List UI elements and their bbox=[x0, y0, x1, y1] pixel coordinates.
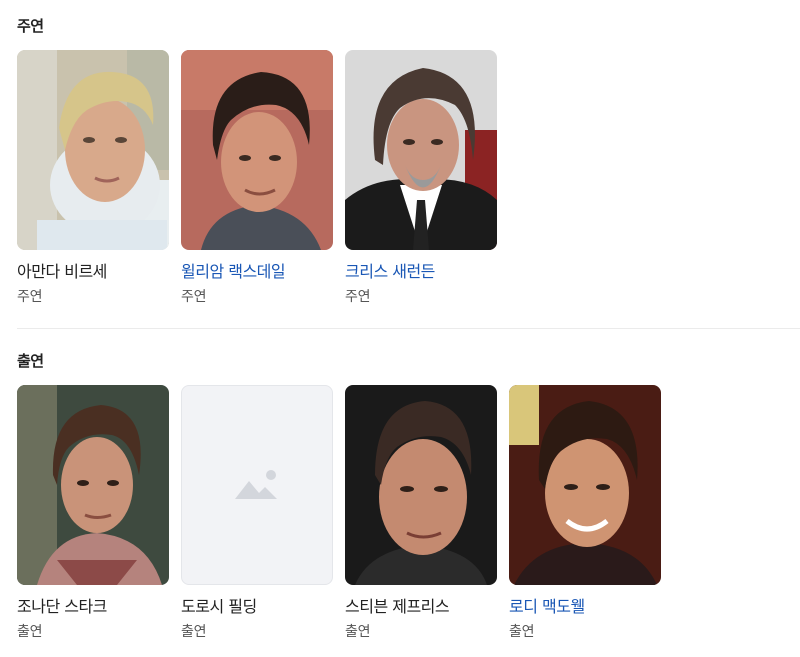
cast-name[interactable]: 스티븐 제프리스 bbox=[345, 597, 497, 617]
cast-card[interactable]: 로디 맥도웰 출연 bbox=[509, 385, 661, 641]
section-title-cast: 출연 bbox=[17, 352, 44, 370]
cast-card[interactable]: 스티븐 제프리스 출연 bbox=[345, 385, 497, 641]
section-divider bbox=[17, 328, 800, 329]
portrait-image bbox=[345, 50, 497, 250]
cast-name[interactable]: 로디 맥도웰 bbox=[509, 597, 661, 617]
cast-role: 주연 bbox=[345, 289, 371, 305]
cast-role: 출연 bbox=[509, 624, 535, 640]
cast-role: 출연 bbox=[181, 624, 207, 640]
cast-photo[interactable] bbox=[17, 50, 169, 250]
cast-role: 주연 bbox=[17, 289, 43, 305]
cast-name[interactable]: 조나단 스타크 bbox=[17, 597, 169, 617]
image-placeholder-icon bbox=[235, 470, 277, 499]
cast-card[interactable]: 조나단 스타크 출연 bbox=[17, 385, 169, 641]
cast-name[interactable]: 도로시 필딩 bbox=[181, 597, 333, 617]
cast-grid-appearing: 조나단 스타크 출연 도로시 필딩 출연 스티븐 제프리스 출연 로디 맥도웰 … bbox=[17, 385, 661, 641]
section-title-starring: 주연 bbox=[17, 17, 44, 35]
portrait-image bbox=[509, 385, 661, 585]
cast-role: 주연 bbox=[181, 289, 207, 305]
cast-photo[interactable] bbox=[509, 385, 661, 585]
cast-name[interactable]: 크리스 새런든 bbox=[345, 262, 497, 282]
cast-name[interactable]: 아만다 비르세 bbox=[17, 262, 169, 282]
portrait-image bbox=[345, 385, 497, 585]
portrait-image bbox=[181, 50, 333, 250]
portrait-image bbox=[17, 385, 169, 585]
cast-card[interactable]: 크리스 새런든 주연 bbox=[345, 50, 497, 306]
cast-name[interactable]: 윌리암 랙스데일 bbox=[181, 262, 333, 282]
cast-photo[interactable] bbox=[181, 50, 333, 250]
cast-grid-starring: 아만다 비르세 주연 윌리암 랙스데일 주연 크리스 새런든 주연 bbox=[17, 50, 497, 306]
cast-photo[interactable] bbox=[345, 50, 497, 250]
cast-photo-placeholder[interactable] bbox=[181, 385, 333, 585]
portrait-image bbox=[17, 50, 169, 250]
cast-photo[interactable] bbox=[345, 385, 497, 585]
cast-card[interactable]: 아만다 비르세 주연 bbox=[17, 50, 169, 306]
cast-role: 출연 bbox=[345, 624, 371, 640]
cast-photo[interactable] bbox=[17, 385, 169, 585]
cast-role: 출연 bbox=[17, 624, 43, 640]
cast-card[interactable]: 도로시 필딩 출연 bbox=[181, 385, 333, 641]
cast-card[interactable]: 윌리암 랙스데일 주연 bbox=[181, 50, 333, 306]
